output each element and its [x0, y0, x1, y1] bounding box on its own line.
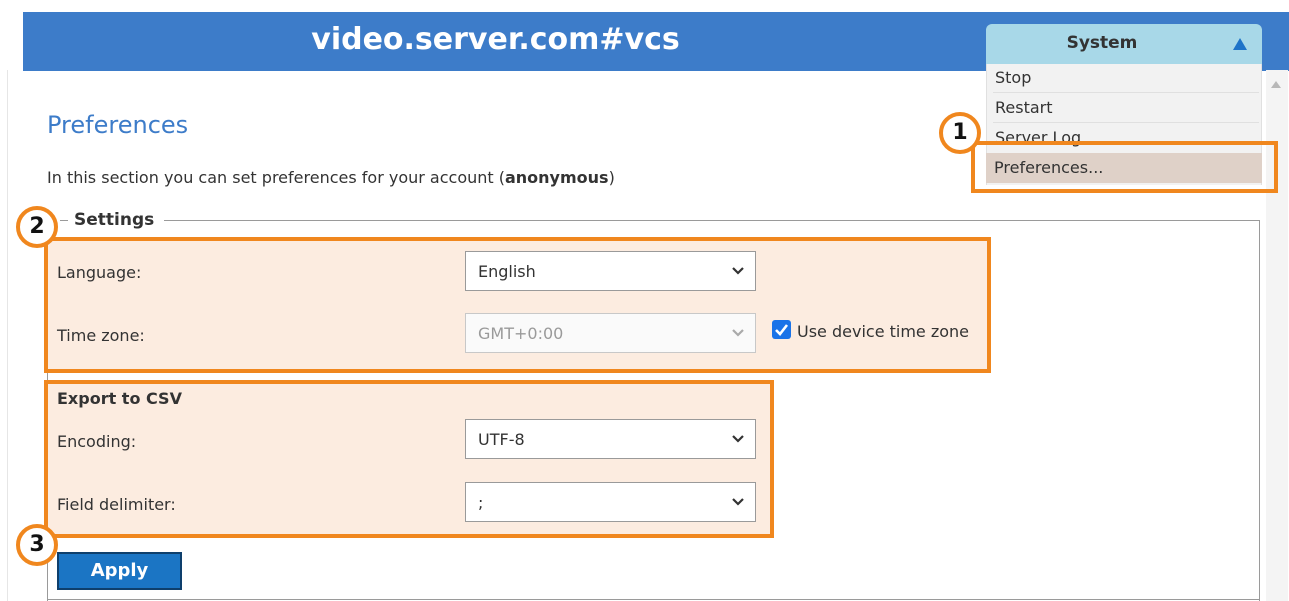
- menu-divider: [993, 122, 1259, 123]
- fieldset-border: [60, 220, 68, 221]
- page-title: Preferences: [47, 111, 189, 139]
- timezone-select[interactable]: GMT+0:00: [465, 313, 756, 353]
- timezone-label: Time zone:: [57, 326, 145, 345]
- language-label: Language:: [57, 263, 142, 282]
- menu-divider: [993, 92, 1259, 93]
- callout-badge-1: 1: [939, 112, 981, 154]
- callout-badge-3: 3: [16, 524, 58, 566]
- menu-item-stop[interactable]: Stop: [995, 68, 1031, 87]
- collapse-arrow-icon: [1233, 38, 1247, 50]
- encoding-label: Encoding:: [57, 432, 137, 451]
- chevron-down-icon: [732, 267, 744, 275]
- fieldset-border: [1259, 220, 1260, 601]
- checkmark-icon: [775, 324, 789, 336]
- left-edge: [7, 70, 8, 601]
- language-select[interactable]: English: [465, 251, 756, 291]
- account-name: anonymous: [504, 168, 609, 187]
- scroll-up-icon[interactable]: [1271, 81, 1281, 88]
- chevron-down-icon: [732, 329, 744, 337]
- fieldset-border: [164, 220, 1260, 221]
- system-menu-title: System: [1066, 33, 1138, 53]
- delimiter-label: Field delimiter:: [57, 495, 176, 514]
- callout-badge-2: 2: [16, 206, 58, 248]
- intro-text: In this section you can set preferences …: [47, 168, 615, 187]
- export-heading: Export to CSV: [57, 389, 182, 408]
- fieldset-border: [47, 599, 1260, 600]
- preferences-highlight: [971, 141, 1278, 193]
- settings-legend: Settings: [72, 210, 157, 230]
- use-device-timezone-label[interactable]: Use device time zone: [797, 322, 969, 341]
- delimiter-value: ;: [478, 493, 484, 512]
- chevron-down-icon: [732, 498, 744, 506]
- language-value: English: [478, 262, 536, 281]
- apply-button[interactable]: Apply: [57, 552, 182, 590]
- chevron-down-icon: [732, 435, 744, 443]
- encoding-select[interactable]: UTF-8: [465, 419, 756, 459]
- delimiter-select[interactable]: ;: [465, 482, 756, 522]
- server-title: video.server.com#vcs: [311, 22, 680, 57]
- menu-item-restart[interactable]: Restart: [995, 98, 1053, 117]
- encoding-value: UTF-8: [478, 430, 525, 449]
- system-menu-header[interactable]: System: [986, 24, 1262, 64]
- timezone-value: GMT+0:00: [478, 324, 564, 343]
- use-device-timezone-checkbox[interactable]: [772, 320, 791, 339]
